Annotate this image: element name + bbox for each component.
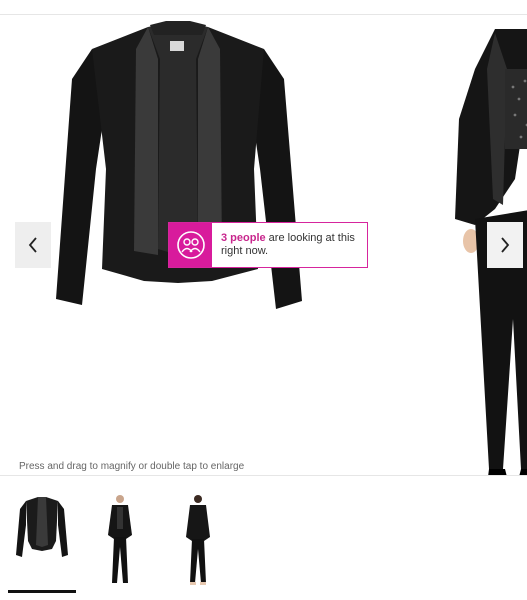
thumbnail-strip (8, 485, 527, 595)
thumbnail-model-back[interactable] (164, 485, 232, 590)
previous-image-button[interactable] (15, 222, 51, 268)
people-icon (176, 231, 205, 259)
active-thumbnail-indicator (8, 590, 76, 593)
people-icon-box (169, 223, 212, 267)
chevron-left-icon (28, 237, 37, 253)
chevron-right-icon (501, 237, 510, 253)
gallery-divider (0, 475, 527, 476)
thumbnail-jacket-front[interactable] (8, 485, 76, 590)
viewers-notice: 3 people are looking at this right now. (168, 222, 368, 268)
viewers-notice-text: 3 people are looking at this right now. (212, 223, 361, 267)
zoom-hint: Press and drag to magnify or double tap … (19, 461, 245, 472)
next-image-button[interactable] (487, 222, 523, 268)
product-image-gallery[interactable]: 3 people are looking at this right now. (0, 15, 527, 475)
viewer-count: 3 people (221, 232, 266, 244)
thumbnail-model-front[interactable] (86, 485, 154, 590)
